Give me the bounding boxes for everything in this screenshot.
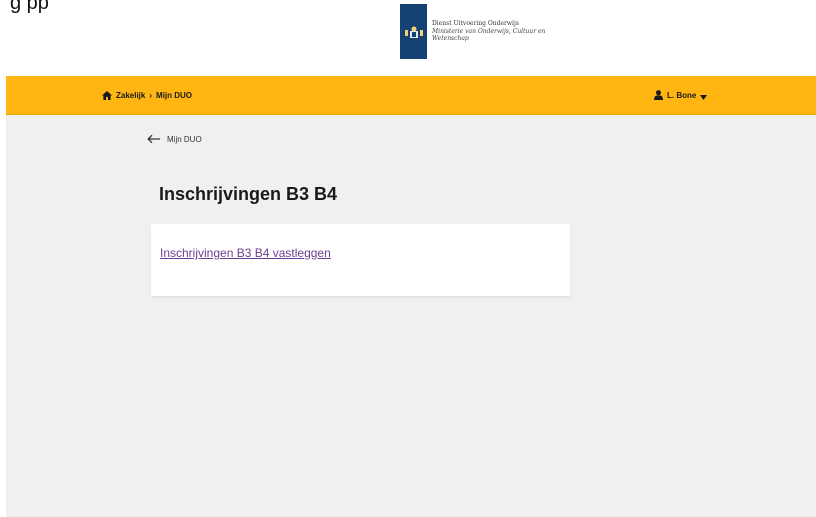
- content-card: Inschrijvingen B3 B4 vastleggen: [151, 224, 570, 297]
- back-link[interactable]: Mijn DUO: [147, 134, 202, 144]
- duo-logo: Dienst Uitvoering Onderwijs Ministerie v…: [400, 4, 545, 59]
- app-frame: Zakelijk › Mijn DUO L. Bone Mijn DUO Ins…: [6, 76, 816, 517]
- top-caption: g pp: [10, 0, 49, 14]
- user-icon: [654, 90, 663, 100]
- header-bar: Zakelijk › Mijn DUO L. Bone: [6, 76, 816, 115]
- breadcrumb-zakelijk[interactable]: Zakelijk: [116, 91, 145, 100]
- home-icon[interactable]: [102, 90, 112, 100]
- rijksoverheid-emblem-icon: [400, 4, 427, 59]
- page-title: Inschrijvingen B3 B4: [159, 184, 338, 204]
- user-menu-button[interactable]: L. Bone: [654, 76, 708, 114]
- page: g pp Dienst Uitvoering Onderwijs Ministe…: [0, 0, 816, 517]
- user-name: L. Bone: [667, 90, 697, 100]
- breadcrumb: Zakelijk › Mijn DUO: [102, 76, 192, 114]
- logo-line-1: Dienst Uitvoering Onderwijs: [432, 20, 519, 28]
- logo-line-3: Wetenschap: [432, 35, 469, 43]
- logo-line-2: Ministerie van Onderwijs, Cultuur en: [432, 27, 546, 35]
- arrow-left-icon: [147, 134, 161, 144]
- chevron-down-icon: [700, 93, 708, 100]
- inschrijvingen-vastleggen-link[interactable]: Inschrijvingen B3 B4 vastleggen: [160, 246, 331, 260]
- breadcrumb-mijn-duo[interactable]: Mijn DUO: [156, 91, 192, 100]
- logo-text: Dienst Uitvoering Onderwijs Ministerie v…: [432, 20, 545, 43]
- breadcrumb-separator: ›: [149, 90, 153, 100]
- back-link-label: Mijn DUO: [167, 134, 202, 144]
